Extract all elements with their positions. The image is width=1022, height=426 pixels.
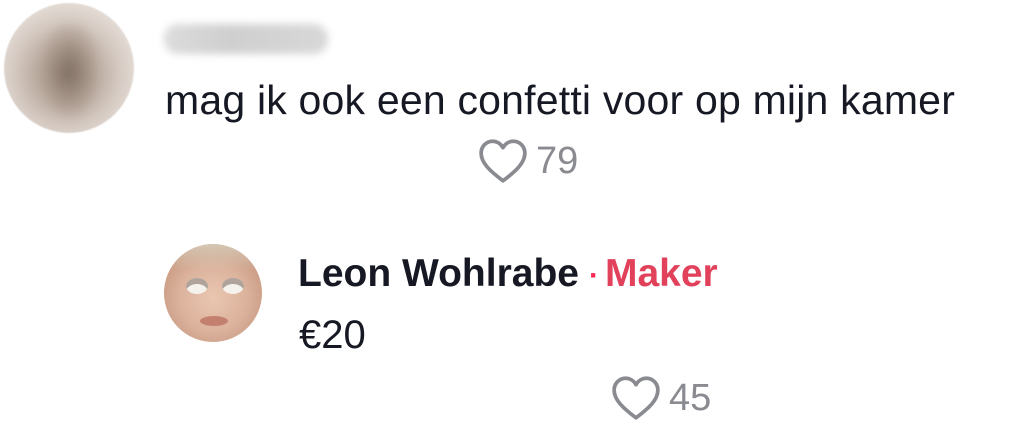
heart-icon [612,376,660,420]
comment-like-count: 79 [536,139,579,182]
reply-like-button[interactable]: 45 [611,375,711,421]
heart-icon [479,139,527,183]
creator-badge: Maker [604,252,718,295]
comment-text: mag ik ook een confetti voor op mijn kam… [165,77,956,123]
reply-author-name[interactable]: Leon Wohlrabe [298,252,579,295]
reply-author-avatar[interactable] [164,244,262,342]
separator-dot: · [588,258,599,292]
reply-like-count: 45 [669,376,712,419]
commenter-username-blurred[interactable] [164,24,328,54]
comment-like-button[interactable]: 79 [478,138,578,184]
reply-header: Leon Wohlrabe · Maker [298,251,718,299]
reply-text: €20 [299,313,366,357]
commenter-avatar[interactable] [4,3,134,133]
